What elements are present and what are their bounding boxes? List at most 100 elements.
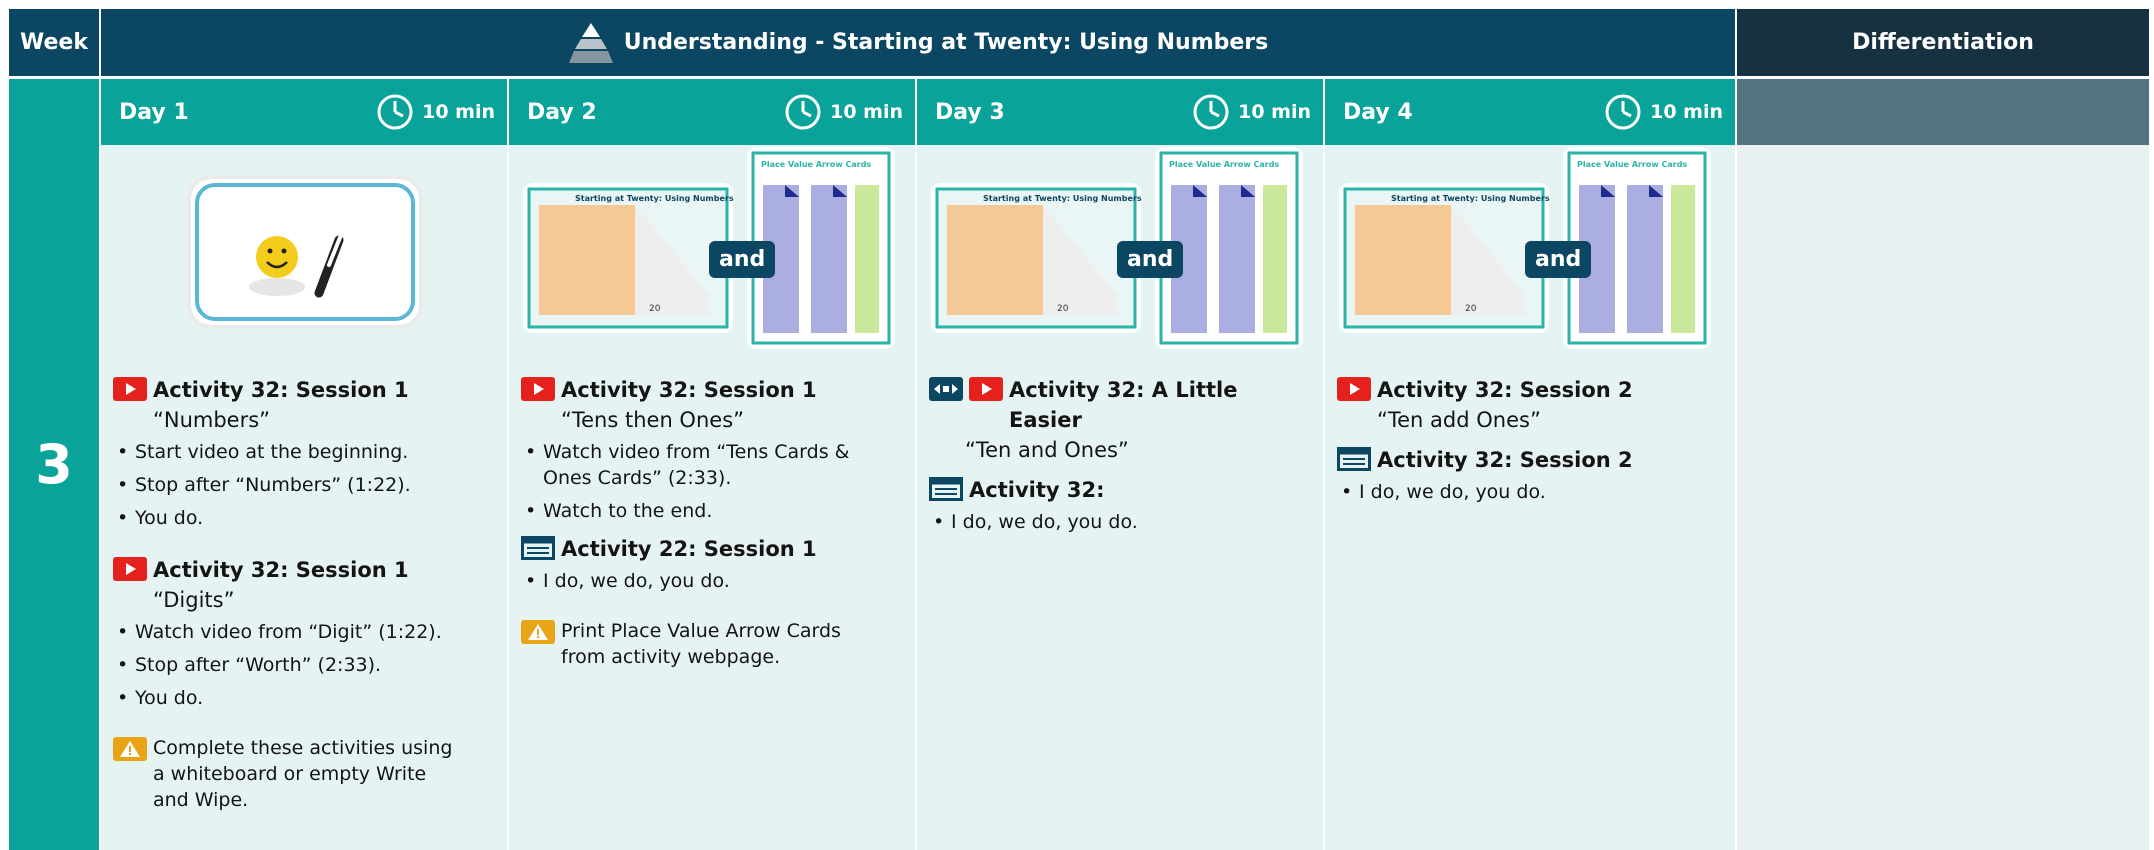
activity-thumbnails: Starting at Twenty: Using Numbers 20 Pla… [509, 145, 915, 365]
instruction: I do, we do, you do. [521, 568, 903, 594]
activity-subtitle: “Digits” [153, 588, 235, 612]
activity-block[interactable]: Activity 32: A Little Easier “Ten and One… [929, 375, 1311, 465]
board-twenty: 20 [1465, 304, 1477, 314]
day-content: Activity 32: Session 1 “Numbers” Start vi… [101, 375, 507, 813]
day-column-2: Day 2 10 min Starting at Twenty: Using N… [509, 79, 915, 850]
activity-title: Activity 22: Session 1 [561, 537, 817, 561]
instruction: Stop after “Numbers” (1:22). [113, 472, 495, 498]
video-icon [1337, 377, 1371, 401]
duration: 10 min [1604, 93, 1723, 131]
video-icon [113, 557, 147, 581]
activity-block[interactable]: Activity 32: Session 1 “Digits” [113, 555, 495, 615]
activity-block[interactable]: Activity 32: [929, 475, 1311, 505]
instruction: I do, we do, you do. [929, 509, 1311, 535]
slide-icon [1337, 447, 1371, 471]
instruction-list: Watch video from “Digit” (1:22). Stop af… [113, 619, 495, 711]
day-content: Activity 32: Session 2 “Ten add Ones” Act… [1325, 375, 1735, 505]
activity-subtitle: “Numbers” [153, 408, 271, 432]
differentiation-label: Differentiation [1852, 30, 2034, 55]
instruction: You do. [113, 505, 495, 531]
day-header: Day 4 10 min [1325, 79, 1735, 145]
day-label: Day 3 [935, 99, 1005, 125]
instruction: Stop after “Worth” (2:33). [113, 652, 495, 678]
teacher-note-text: Complete these activities using a whiteb… [153, 737, 453, 811]
instruction-list: Watch video from “Tens Cards & Ones Card… [521, 439, 903, 524]
video-icon [969, 377, 1003, 401]
activity-subtitle: “Ten and Ones” [965, 438, 1129, 462]
instruction: Watch video from “Digit” (1:22). [113, 619, 495, 645]
instruction-list: I do, we do, you do. [929, 509, 1311, 535]
video-icon [521, 377, 555, 401]
cards-title: Place Value Arrow Cards [1169, 160, 1279, 169]
whiteboard-image [101, 145, 507, 365]
teacher-note-text: Print Place Value Arrow Cards from activ… [561, 620, 841, 668]
video-icon [113, 377, 147, 401]
activity-title: Activity 32: A Little Easier [1009, 378, 1238, 432]
cards-title: Place Value Arrow Cards [761, 160, 871, 169]
day-header: Day 1 10 min [101, 79, 507, 145]
activity-title: Activity 32: Session 2 [1377, 378, 1633, 402]
duration-label: 10 min [422, 101, 495, 123]
slide-icon [929, 477, 963, 501]
activity-title: Activity 32: Session 2 [1377, 448, 1633, 472]
day-column-3: Day 3 10 min Starting at Twenty: Using N… [917, 79, 1323, 850]
clock-icon [1193, 94, 1229, 130]
easier-icon [929, 377, 963, 401]
day-column-1: Day 1 10 min Activity 32: Session 1 “Num… [101, 79, 507, 850]
activity-block[interactable]: Activity 32: Session 2 [1337, 445, 1723, 475]
lesson-grid: Week Understanding - Starting at Twenty:… [9, 9, 2149, 850]
day-content: Activity 32: Session 1 “Tens then Ones” W… [509, 375, 915, 670]
warning-icon [521, 620, 555, 644]
activity-thumbnails: Starting at Twenty: Using Numbers 20 Pla… [1325, 145, 1735, 365]
differentiation-header: Differentiation [1737, 9, 2149, 76]
instruction: I do, we do, you do. [1337, 479, 1723, 505]
and-badge: and [709, 241, 776, 278]
day-label: Day 2 [527, 99, 597, 125]
instruction: You do. [113, 685, 495, 711]
instruction-list: I do, we do, you do. [1337, 479, 1723, 505]
activity-block[interactable]: Activity 22: Session 1 [521, 534, 903, 564]
activity-subtitle: “Tens then Ones” [561, 408, 745, 432]
board-twenty: 20 [1057, 304, 1069, 314]
day-label: Day 4 [1343, 99, 1413, 125]
duration: 10 min [1192, 93, 1311, 131]
week-header: Week [9, 9, 99, 76]
activity-title: Activity 32: Session 1 [153, 558, 409, 582]
activity-title: Activity 32: [969, 478, 1105, 502]
pyramid-icon [568, 22, 613, 63]
teacher-note: Complete these activities using a whiteb… [113, 735, 495, 813]
activity-block[interactable]: Activity 32: Session 1 “Tens then Ones” [521, 375, 903, 435]
board-twenty: 20 [649, 304, 661, 314]
clock-icon [1605, 94, 1641, 130]
week-header-label: Week [20, 30, 88, 55]
duration-label: 10 min [830, 101, 903, 123]
duration: 10 min [376, 93, 495, 131]
slide-icon [521, 536, 555, 560]
activity-title: Activity 32: Session 1 [561, 378, 817, 402]
day-content: Activity 32: A Little Easier “Ten and One… [917, 375, 1323, 535]
board-title: Starting at Twenty: Using Numbers [983, 194, 1142, 203]
instruction-list: I do, we do, you do. [521, 568, 903, 594]
clock-icon [377, 94, 413, 130]
activity-subtitle: “Ten add Ones” [1377, 408, 1541, 432]
board-title: Starting at Twenty: Using Numbers [575, 194, 734, 203]
lesson-title: Understanding - Starting at Twenty: Usin… [623, 30, 1269, 55]
warning-icon [113, 737, 147, 761]
differentiation-header-band [1737, 79, 2149, 145]
instruction: Watch to the end. [521, 498, 903, 524]
week-number: 3 [9, 79, 99, 850]
instruction: Start video at the beginning. [113, 439, 495, 465]
lesson-title-header: Understanding - Starting at Twenty: Usin… [101, 9, 1735, 76]
differentiation-column [1737, 79, 2149, 850]
day-header: Day 3 10 min [917, 79, 1323, 145]
cards-title: Place Value Arrow Cards [1577, 160, 1687, 169]
duration-label: 10 min [1650, 101, 1723, 123]
teacher-note: Print Place Value Arrow Cards from activ… [521, 618, 903, 670]
instruction: Watch video from “Tens Cards & Ones Card… [521, 439, 903, 491]
activity-block[interactable]: Activity 32: Session 1 “Numbers” [113, 375, 495, 435]
day-column-4: Day 4 10 min Starting at Twenty: Using N… [1325, 79, 1735, 850]
activity-block[interactable]: Activity 32: Session 2 “Ten add Ones” [1337, 375, 1723, 435]
duration-label: 10 min [1238, 101, 1311, 123]
board-title: Starting at Twenty: Using Numbers [1391, 194, 1550, 203]
day-header: Day 2 10 min [509, 79, 915, 145]
